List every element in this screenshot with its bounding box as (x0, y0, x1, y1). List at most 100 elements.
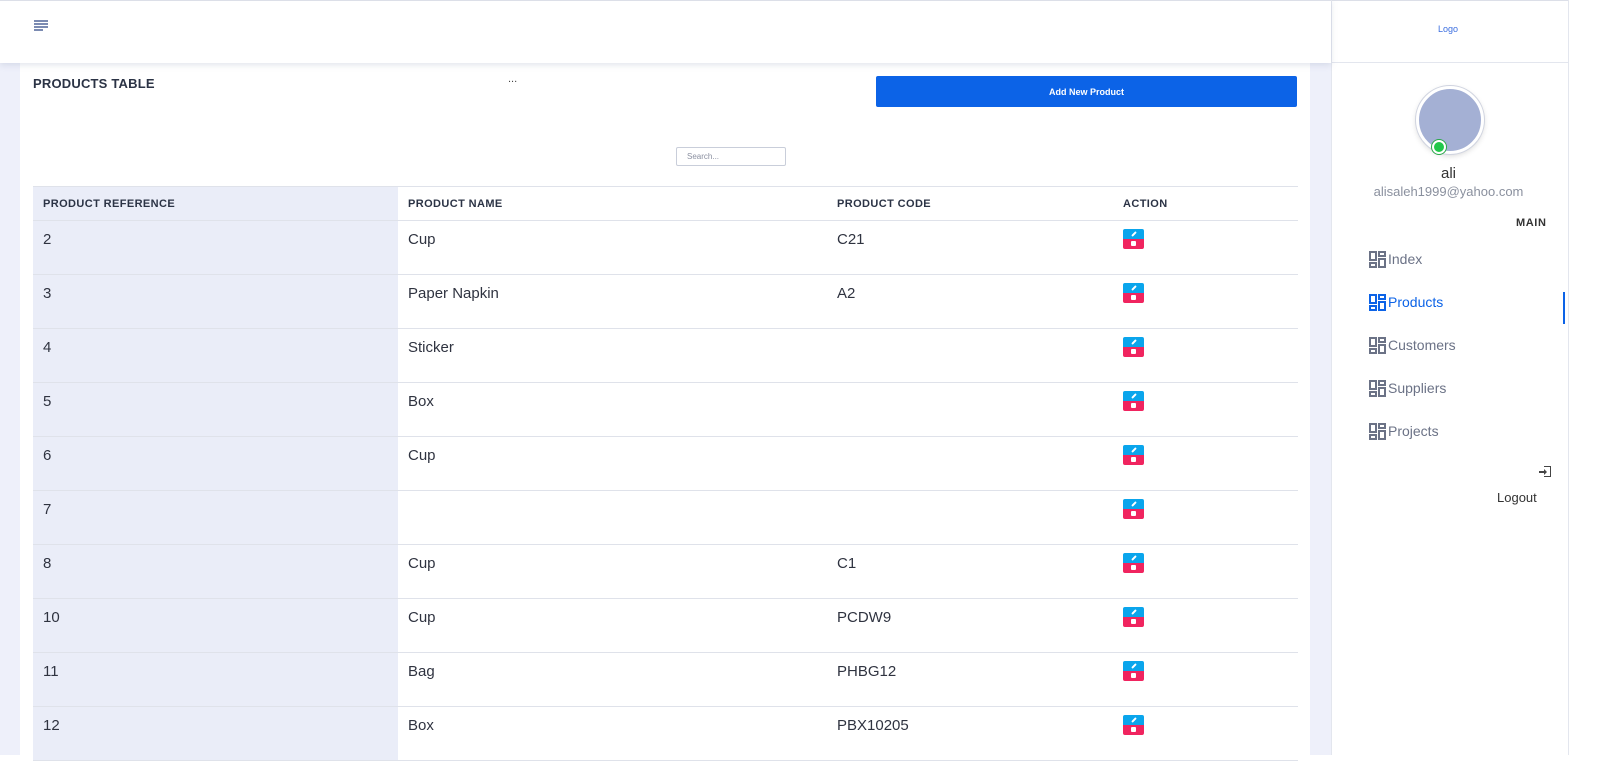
trash-icon (1131, 619, 1136, 624)
edit-button[interactable] (1123, 661, 1144, 671)
cell-product-code (827, 328, 1113, 383)
edit-button[interactable] (1123, 499, 1144, 509)
menu-lines-icon[interactable] (34, 20, 48, 32)
cell-product-code: PCDW9 (827, 598, 1113, 653)
sidebar-item-label: Index (1388, 251, 1423, 267)
user-email: alisaleh1999@yahoo.com (1373, 184, 1524, 199)
delete-button[interactable] (1123, 563, 1144, 573)
logout-icon[interactable] (1539, 466, 1551, 478)
edit-button[interactable] (1123, 391, 1144, 401)
sidebar-item-products[interactable]: Products (1369, 291, 1443, 313)
sidebar-item-label: Suppliers (1388, 380, 1447, 396)
trash-icon (1131, 403, 1136, 408)
delete-button[interactable] (1123, 617, 1144, 627)
cell-product-code (827, 490, 1113, 545)
cell-product-code (827, 382, 1113, 437)
avatar[interactable] (1416, 86, 1484, 154)
cell-actions (1113, 220, 1298, 275)
cell-actions (1113, 490, 1298, 545)
sidebar-divider (1568, 0, 1569, 755)
delete-button[interactable] (1123, 725, 1144, 735)
cell-product-reference: 3 (33, 274, 398, 329)
table-row: 6 Cup (33, 436, 1298, 491)
cell-actions (1113, 652, 1298, 707)
cell-actions (1113, 544, 1298, 599)
delete-button[interactable] (1123, 401, 1144, 411)
delete-button[interactable] (1123, 671, 1144, 681)
edit-button[interactable] (1123, 229, 1144, 239)
table-row: 11 Bag PHBG12 (33, 652, 1298, 707)
section-label-main: MAIN (1516, 217, 1547, 229)
trash-icon (1131, 511, 1136, 516)
table-row: 3 Paper Napkin A2 (33, 274, 1298, 329)
cell-product-reference: 2 (33, 220, 398, 275)
more-options-icon[interactable]: ... (508, 73, 517, 85)
cell-product-reference: 5 (33, 382, 398, 437)
pencil-icon (1131, 555, 1137, 561)
pencil-icon (1131, 393, 1137, 399)
cell-product-reference: 11 (33, 652, 398, 707)
sidebar-item-index[interactable]: Index (1369, 248, 1422, 270)
logout-link[interactable]: Logout (1497, 490, 1537, 505)
cell-product-name: Paper Napkin (398, 274, 827, 329)
column-header-action: ACTION (1113, 186, 1298, 221)
cell-actions (1113, 436, 1298, 491)
edit-button[interactable] (1123, 715, 1144, 725)
delete-button[interactable] (1123, 455, 1144, 465)
column-header-name[interactable]: PRODUCT NAME (398, 186, 827, 221)
edit-button[interactable] (1123, 445, 1144, 455)
delete-button[interactable] (1123, 347, 1144, 357)
table-row: 12 Box PBX10205 (33, 706, 1298, 761)
pencil-icon (1131, 663, 1137, 669)
active-nav-indicator (1563, 292, 1565, 324)
cell-actions (1113, 598, 1298, 653)
trash-icon (1131, 295, 1136, 300)
dashboard-icon (1369, 293, 1386, 311)
sidebar-item-customers[interactable]: Customers (1369, 334, 1456, 356)
edit-button[interactable] (1123, 607, 1144, 617)
pencil-icon (1131, 609, 1137, 615)
edit-button[interactable] (1123, 553, 1144, 563)
cell-product-code: A2 (827, 274, 1113, 329)
edit-button[interactable] (1123, 337, 1144, 347)
edit-button[interactable] (1123, 283, 1144, 293)
cell-product-name: Cup (398, 436, 827, 491)
cell-product-name: Box (398, 706, 827, 761)
delete-button[interactable] (1123, 509, 1144, 519)
cell-product-code: PHBG12 (827, 652, 1113, 707)
cell-product-name: Cup (398, 220, 827, 275)
column-header-reference[interactable]: PRODUCT REFERENCE (33, 186, 398, 221)
trash-icon (1131, 673, 1136, 678)
search-input[interactable] (676, 147, 786, 166)
table-row: 4 Sticker (33, 328, 1298, 383)
pencil-icon (1131, 339, 1137, 345)
pencil-icon (1131, 447, 1137, 453)
add-new-product-button[interactable]: Add New Product (876, 76, 1297, 107)
online-status-icon (1432, 140, 1446, 154)
cell-product-reference: 7 (33, 490, 398, 545)
right-sidebar: Logo ali alisaleh1999@yahoo.com MAIN Ind… (1331, 0, 1598, 755)
dashboard-icon (1369, 379, 1386, 397)
logo-area: Logo (1332, 0, 1568, 63)
cell-product-name: Bag (398, 652, 827, 707)
trash-icon (1131, 349, 1136, 354)
cell-product-reference: 10 (33, 598, 398, 653)
products-card: PRODUCTS TABLE ... Add New Product PRODU… (20, 63, 1310, 761)
cell-product-name: Cup (398, 544, 827, 599)
sidebar-item-projects[interactable]: Projects (1369, 420, 1439, 442)
trash-icon (1131, 565, 1136, 570)
cell-product-reference: 8 (33, 544, 398, 599)
cell-product-name (398, 490, 827, 545)
sidebar-item-suppliers[interactable]: Suppliers (1369, 377, 1446, 399)
cell-product-code (827, 436, 1113, 491)
cell-actions (1113, 382, 1298, 437)
logo[interactable]: Logo (1438, 24, 1458, 34)
dashboard-icon (1369, 336, 1386, 354)
table-row: 5 Box (33, 382, 1298, 437)
column-header-code[interactable]: PRODUCT CODE (827, 186, 1113, 221)
pencil-icon (1131, 717, 1137, 723)
delete-button[interactable] (1123, 293, 1144, 303)
trash-icon (1131, 241, 1136, 246)
top-header (0, 0, 1331, 63)
delete-button[interactable] (1123, 239, 1144, 249)
